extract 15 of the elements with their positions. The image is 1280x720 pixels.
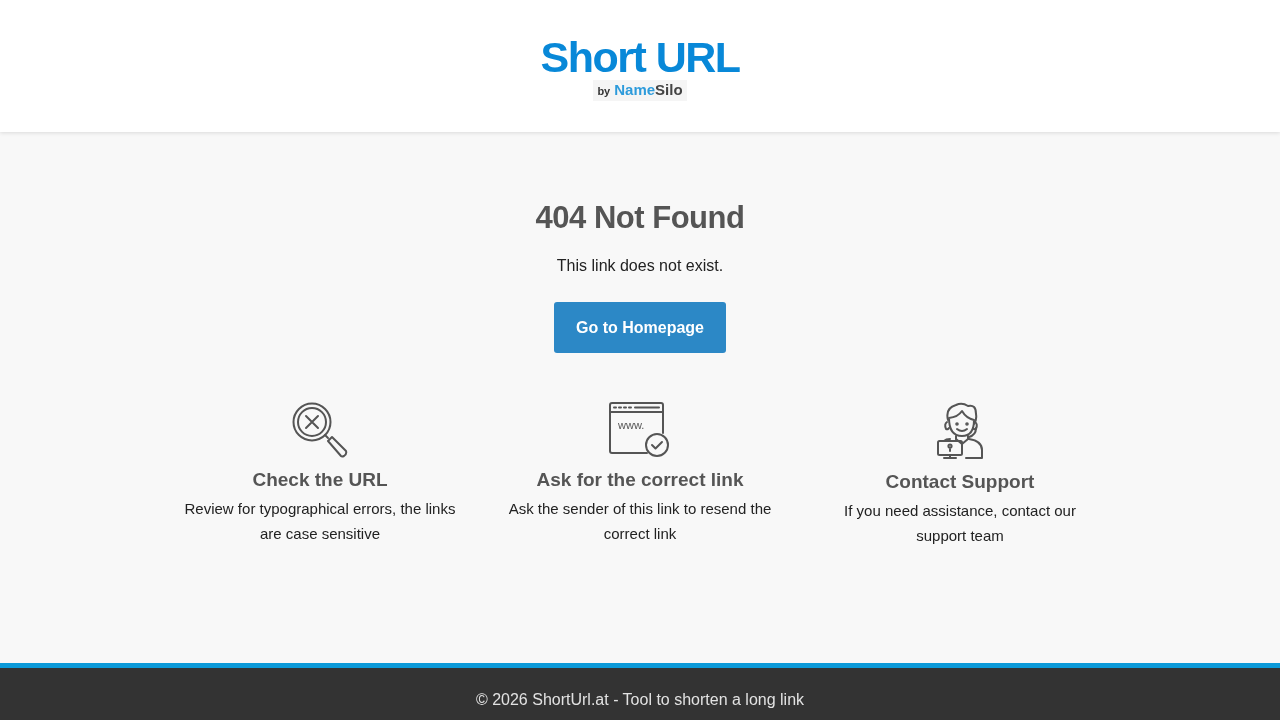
www-label: www. — [618, 419, 645, 431]
footer-text: © 2026 ShortUrl.at - Tool to shorten a long link — [475, 690, 805, 710]
logo-title: Short URL — [540, 35, 740, 79]
magnifier-x-icon — [292, 402, 348, 458]
support-agent-icon — [936, 402, 984, 460]
error-title: 404 Not Found — [535, 199, 745, 237]
tip-text: If you need assistance, contact our support team — [843, 501, 1077, 546]
tip-title: Ask for the correct link — [536, 468, 744, 492]
tip-title: Check the URL — [252, 468, 388, 492]
tip-text: Review for typographical errors, the links are case sensitive — [183, 499, 457, 544]
tip-title: Contact Support — [885, 470, 1035, 494]
error-message: This link does not exist. — [556, 256, 724, 276]
tip-text: Ask the sender of this link to resend the correct link — [507, 499, 773, 544]
logo-byline: by NameSilo — [593, 80, 687, 101]
homepage-button[interactable]: Go to Homepage — [554, 302, 726, 353]
